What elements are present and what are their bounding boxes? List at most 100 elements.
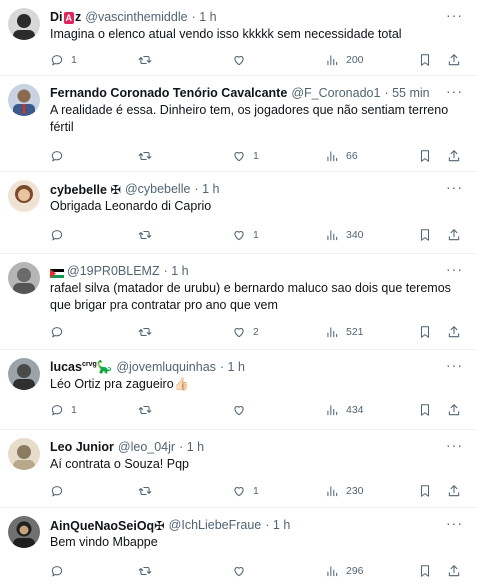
tweet[interactable]: @19PR0BLEMZ · 1 h ··· rafael silva (mata…: [0, 254, 477, 350]
tweet-text: Obrigada Leonardo di Caprio: [50, 199, 212, 213]
avatar[interactable]: [8, 516, 40, 548]
tweet[interactable]: lucascrvg🦕 @jovemluquinhas · 1 h ··· Léo…: [0, 350, 477, 430]
reply-button[interactable]: 1: [50, 51, 77, 69]
like-button[interactable]: 1: [232, 482, 259, 500]
display-name[interactable]: Leo Junior: [50, 440, 114, 454]
bookmark-button[interactable]: [418, 401, 432, 419]
bookmark-button[interactable]: [418, 323, 432, 341]
timestamp[interactable]: · 1 h: [194, 182, 219, 196]
retweet-button[interactable]: [138, 51, 159, 69]
reply-button[interactable]: [50, 147, 71, 165]
display-name[interactable]: cybebelle ✠: [50, 182, 121, 197]
timestamp[interactable]: · 1 h: [220, 360, 245, 374]
timestamp[interactable]: · 55 min: [384, 86, 429, 100]
handle[interactable]: @vascinthemiddle: [85, 10, 187, 24]
tweet[interactable]: Leo Junior @leo_04jr · 1 h ··· Aí contra…: [0, 430, 477, 508]
handle[interactable]: @jovemluquinhas: [116, 360, 216, 374]
avatar[interactable]: [8, 358, 40, 390]
timestamp[interactable]: · 1 h: [192, 10, 217, 24]
reply-icon: [50, 564, 64, 578]
avatar[interactable]: [8, 8, 40, 40]
avatar[interactable]: [8, 180, 40, 212]
bookmark-button[interactable]: [418, 147, 432, 165]
like-count: 1: [253, 485, 259, 497]
avatar[interactable]: [8, 438, 40, 470]
share-icon: [447, 53, 461, 67]
retweet-button[interactable]: [138, 226, 159, 244]
share-button[interactable]: [447, 226, 461, 244]
heart-icon: [232, 228, 246, 242]
views-count: 340: [346, 229, 364, 241]
display-name[interactable]: Di Az: [50, 10, 81, 24]
heart-icon: [232, 484, 246, 498]
heart-icon: [232, 53, 246, 67]
reply-button[interactable]: [50, 226, 71, 244]
retweet-button[interactable]: [138, 401, 159, 419]
handle[interactable]: @F_Coronado1: [291, 86, 380, 100]
reply-button[interactable]: [50, 323, 71, 341]
tweet[interactable]: cybebelle ✠ @cybebelle · 1 h ··· Obrigad…: [0, 172, 477, 254]
tweet[interactable]: Fernando Coronado Tenório Cavalcante @F_…: [0, 76, 477, 172]
tweet[interactable]: AinQueNaoSeiOq✠ @IchLiebeFraue · 1 h ···…: [0, 508, 477, 582]
retweet-button[interactable]: [138, 482, 159, 500]
bookmark-icon: [418, 403, 432, 417]
more-icon[interactable]: ···: [446, 515, 463, 531]
share-button[interactable]: [447, 482, 461, 500]
bookmark-button[interactable]: [418, 226, 432, 244]
like-button[interactable]: [232, 562, 253, 580]
views-icon: [325, 403, 339, 417]
reply-button[interactable]: [50, 562, 71, 580]
bookmark-button[interactable]: [418, 562, 432, 580]
views-button[interactable]: 230: [325, 482, 364, 500]
views-count: 296: [346, 565, 364, 577]
share-button[interactable]: [447, 147, 461, 165]
views-icon: [325, 325, 339, 339]
display-name[interactable]: AinQueNaoSeiOq✠: [50, 518, 165, 533]
handle[interactable]: @IchLiebeFraue: [169, 518, 262, 532]
more-icon[interactable]: ···: [446, 437, 463, 453]
more-icon[interactable]: ···: [446, 179, 463, 195]
more-icon[interactable]: ···: [446, 7, 463, 23]
views-button[interactable]: 521: [325, 323, 364, 341]
share-button[interactable]: [447, 323, 461, 341]
share-button[interactable]: [447, 562, 461, 580]
more-icon[interactable]: ···: [446, 261, 463, 277]
tweet[interactable]: Di Az @vascinthemiddle · 1 h ··· Imagina …: [0, 0, 477, 76]
display-name[interactable]: lucascrvg🦕: [50, 360, 112, 375]
views-button[interactable]: 434: [325, 401, 364, 419]
more-icon[interactable]: ···: [446, 357, 463, 373]
reply-count: 1: [71, 404, 77, 416]
like-count: 1: [253, 150, 259, 162]
timestamp[interactable]: · 1 h: [164, 264, 189, 278]
share-button[interactable]: [447, 51, 461, 69]
views-icon: [325, 564, 339, 578]
avatar[interactable]: [8, 84, 40, 116]
bookmark-button[interactable]: [418, 51, 432, 69]
retweet-button[interactable]: [138, 147, 159, 165]
retweet-button[interactable]: [138, 562, 159, 580]
handle[interactable]: @19PR0BLEMZ: [67, 264, 160, 278]
handle[interactable]: @leo_04jr: [118, 440, 175, 454]
views-button[interactable]: 200: [325, 51, 364, 69]
avatar[interactable]: [8, 262, 40, 294]
timestamp[interactable]: · 1 h: [265, 518, 290, 532]
views-button[interactable]: 340: [325, 226, 364, 244]
views-button[interactable]: 66: [325, 147, 358, 165]
timestamp[interactable]: · 1 h: [179, 440, 204, 454]
like-button[interactable]: 2: [232, 323, 259, 341]
like-button[interactable]: 1: [232, 147, 259, 165]
more-icon[interactable]: ···: [446, 83, 463, 99]
like-button[interactable]: [232, 51, 253, 69]
retweet-button[interactable]: [138, 323, 159, 341]
like-button[interactable]: 1: [232, 226, 259, 244]
share-button[interactable]: [447, 401, 461, 419]
reply-count: 1: [71, 54, 77, 66]
handle[interactable]: @cybebelle: [125, 182, 191, 196]
reply-button[interactable]: 1: [50, 401, 77, 419]
display-name[interactable]: Fernando Coronado Tenório Cavalcante: [50, 86, 287, 100]
like-button[interactable]: [232, 401, 253, 419]
bookmark-icon: [418, 564, 432, 578]
bookmark-button[interactable]: [418, 482, 432, 500]
views-button[interactable]: 296: [325, 562, 364, 580]
reply-button[interactable]: [50, 482, 71, 500]
